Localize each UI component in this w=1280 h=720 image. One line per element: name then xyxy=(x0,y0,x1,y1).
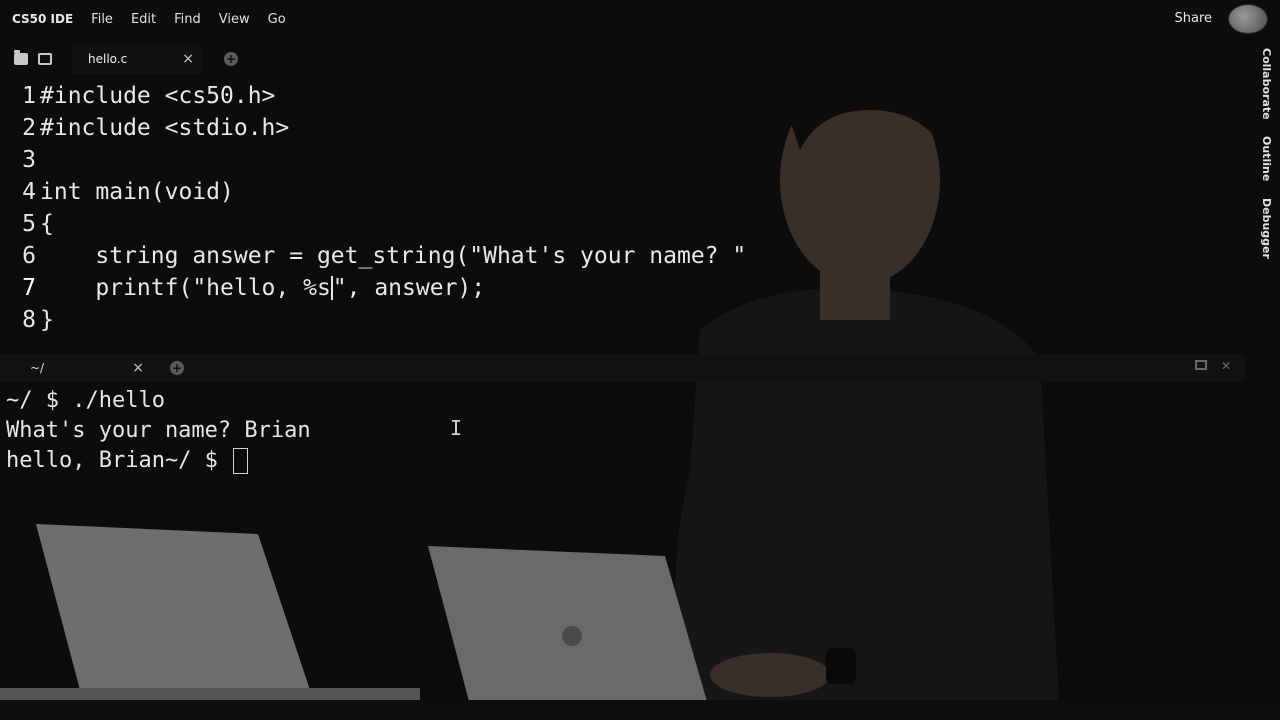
close-icon[interactable]: × xyxy=(182,51,194,67)
code-text: #include <stdio.h> xyxy=(40,115,290,141)
restore-window-icon[interactable] xyxy=(1194,360,1207,370)
terminal-line: ~/ $ ./hello xyxy=(6,388,165,413)
panel-collaborate[interactable]: Collaborate xyxy=(1260,48,1273,120)
line-number: 2 xyxy=(22,115,36,141)
tab-label: hello.c xyxy=(88,52,128,66)
terminal-window-controls: ✕ xyxy=(1194,360,1231,372)
presenter-watch xyxy=(826,648,856,684)
terminal-tab-label: ~/ xyxy=(30,361,45,375)
terminal-line-prompt: hello, Brian~/ $ xyxy=(6,446,1236,476)
terminal-prompt-text: hello, Brian~/ $ xyxy=(6,448,232,473)
laptop-left-base xyxy=(0,688,420,702)
code-line: 2 #include <stdio.h> xyxy=(0,112,289,144)
code-line: 8 } xyxy=(0,304,54,336)
desk xyxy=(0,700,1280,720)
share-button[interactable]: Share xyxy=(1174,11,1212,26)
panel-outline[interactable]: Outline xyxy=(1260,136,1273,181)
menu-edit[interactable]: Edit xyxy=(131,12,156,27)
editor-tab-bar: hello.c × + xyxy=(0,44,1240,74)
terminal[interactable]: ~/ $ ./hello What's your name? Brian hel… xyxy=(6,386,1236,486)
plus-icon[interactable]: + xyxy=(224,52,238,66)
line-number: 1 xyxy=(22,83,36,109)
ibeam-cursor-icon: I xyxy=(450,416,463,440)
line-number: 4 xyxy=(22,179,36,205)
code-line: 6 string answer = get_string("What's you… xyxy=(0,240,746,272)
close-icon[interactable]: ✕ xyxy=(1221,360,1231,372)
code-text: #include <cs50.h> xyxy=(40,83,276,109)
tab-terminal[interactable]: ~/ × xyxy=(30,360,148,376)
right-panel-bar: Collaborate Outline Debugger xyxy=(1252,40,1280,280)
line-number: 6 xyxy=(22,243,36,269)
line-number: 5 xyxy=(22,211,36,237)
terminal-tab-bar: ~/ × + ✕ xyxy=(0,354,1245,382)
menu-find[interactable]: Find xyxy=(174,12,201,27)
menu-bar: CS50 IDE File Edit Find View Go xyxy=(0,0,1280,38)
line-number: 3 xyxy=(22,147,36,173)
code-text: { xyxy=(40,211,54,237)
user-avatar[interactable] xyxy=(1228,4,1268,34)
laptop-center xyxy=(428,546,708,705)
folder-icon[interactable] xyxy=(14,50,28,65)
panel-debugger[interactable]: Debugger xyxy=(1260,198,1273,259)
code-line-current: 7 printf("hello, %s ", answer); xyxy=(0,272,485,304)
close-icon[interactable]: × xyxy=(132,360,144,376)
laptop-left xyxy=(36,524,310,690)
menu-file[interactable]: File xyxy=(91,12,113,27)
laptop-logo xyxy=(562,626,582,646)
code-line: 5 { xyxy=(0,208,54,240)
line-number: 8 xyxy=(22,307,36,333)
menu-view[interactable]: View xyxy=(219,12,250,27)
code-text-after-cursor: ", answer); xyxy=(332,275,486,301)
terminal-cursor xyxy=(233,448,249,474)
code-editor[interactable]: 1 #include <cs50.h> 2 #include <stdio.h>… xyxy=(0,80,1240,340)
outline-icon[interactable] xyxy=(38,53,52,65)
code-text: string answer = get_string("What's your … xyxy=(40,243,747,269)
tab-hello-c[interactable]: hello.c × xyxy=(72,44,202,74)
code-line: 3 xyxy=(0,144,40,176)
plus-icon[interactable]: + xyxy=(170,361,184,375)
app-brand: CS50 IDE xyxy=(12,12,74,26)
code-line: 4 int main(void) xyxy=(0,176,234,208)
code-text-before-cursor: printf("hello, %s xyxy=(40,275,331,301)
code-text: } xyxy=(40,307,54,333)
presenter-hand xyxy=(710,653,830,697)
line-number: 7 xyxy=(22,275,36,301)
code-line: 1 #include <cs50.h> xyxy=(0,80,275,112)
code-text: int main(void) xyxy=(40,179,234,205)
menu-go[interactable]: Go xyxy=(268,12,286,27)
terminal-line: What's your name? Brian xyxy=(6,418,311,443)
